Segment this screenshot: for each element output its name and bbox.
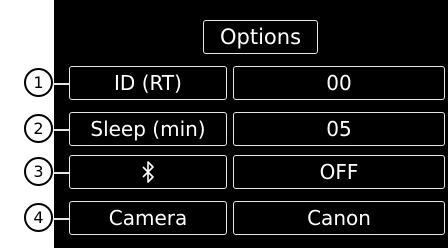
callout-connector-4 [53, 218, 70, 220]
callout-number-3: 3 [24, 157, 53, 186]
sleep-min-button[interactable]: Sleep (min) [69, 112, 227, 146]
callout-number-4: 4 [24, 203, 53, 232]
callout-number-2: 2 [24, 114, 53, 143]
sleep-min-value[interactable]: 05 [233, 112, 445, 146]
id-rt-button[interactable]: ID (RT) [69, 66, 227, 100]
callout-connector-1 [53, 83, 70, 85]
id-rt-value[interactable]: 00 [233, 66, 445, 100]
options-title: Options [203, 20, 318, 54]
bluetooth-icon [142, 161, 154, 183]
camera-value[interactable]: Canon [233, 201, 445, 235]
camera-button[interactable]: Camera [69, 201, 227, 235]
bluetooth-value[interactable]: OFF [233, 155, 445, 189]
bluetooth-button[interactable] [69, 155, 227, 189]
callout-connector-2 [53, 129, 70, 131]
callout-number-1: 1 [24, 68, 53, 97]
callout-connector-3 [53, 172, 70, 174]
